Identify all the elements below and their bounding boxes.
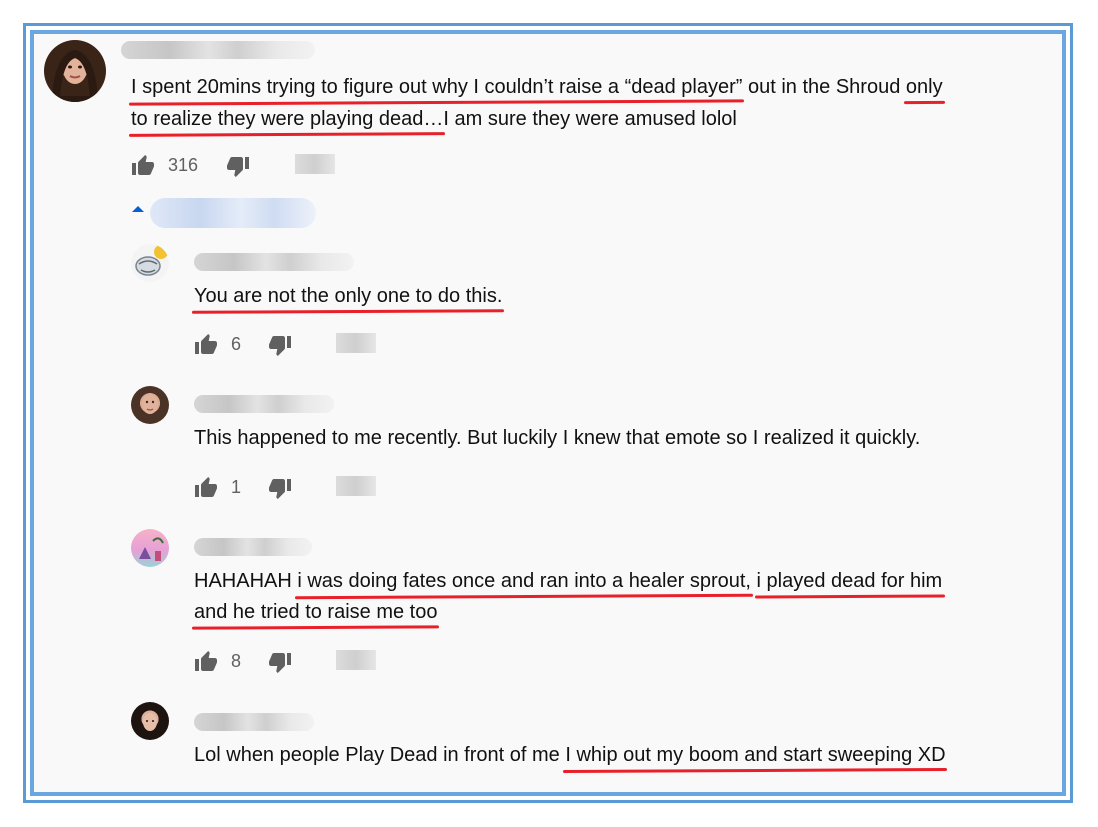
reply-button[interactable]: [336, 476, 376, 496]
avatar-image: [51, 49, 99, 102]
like-count: 316: [168, 155, 199, 175]
comment-text-line-1: I spent 20mins trying to figure out why …: [131, 72, 943, 103]
highlighted-text: only: [905, 76, 943, 98]
like-count: 1: [231, 477, 242, 497]
author-name[interactable]: [194, 253, 354, 271]
reply-text-line-1: HAHAHAH i was doing fates once and ran i…: [194, 566, 942, 597]
comment-text: out in the Shroud: [742, 76, 906, 98]
comment-text: I am sure they were amused lolol: [443, 108, 737, 130]
avatar[interactable]: [131, 244, 169, 282]
reply-actions: 8: [194, 650, 384, 676]
thumbs-up-icon[interactable]: [131, 154, 155, 178]
thumbs-up-icon[interactable]: [194, 333, 218, 357]
reply-button[interactable]: [336, 333, 376, 353]
reply-button[interactable]: [295, 154, 335, 174]
avatar[interactable]: [131, 529, 169, 567]
highlighted-text: to realize they were playing dead…: [131, 108, 444, 130]
like-count: 6: [231, 334, 242, 354]
like-count: 8: [231, 651, 242, 671]
comment-actions: 316: [131, 154, 351, 180]
author-name[interactable]: [121, 41, 315, 59]
reply-text-content: Lol when people Play Dead in front of me: [194, 744, 566, 766]
reply-text-line-2: and he tried to raise me too: [194, 597, 437, 628]
comments-panel: [30, 30, 1066, 796]
thumbs-up-icon[interactable]: [194, 650, 218, 674]
replies-toggle-label: [150, 198, 316, 228]
reply-text-content: HAHAHAH: [194, 570, 298, 592]
reply-text: Lol when people Play Dead in front of me…: [194, 740, 946, 771]
highlighted-text: i played dead for him: [756, 570, 943, 592]
thumbs-down-icon[interactable]: [268, 650, 292, 674]
avatar-image: [135, 245, 168, 276]
avatar-image: [142, 394, 158, 414]
reply-text-content: This happened to me recently. But luckil…: [194, 427, 921, 449]
highlighted-text: You are not the only one to do this.: [194, 285, 503, 307]
highlighted-text: and he tried to raise me too: [194, 601, 438, 623]
comment-text-line-2: to realize they were playing dead…I am s…: [131, 104, 737, 135]
highlighted-text: i was doing fates once and ran into a he…: [297, 570, 751, 592]
avatar-image: [139, 537, 164, 561]
avatar[interactable]: [131, 702, 169, 740]
caret-up-icon: [132, 206, 144, 212]
avatar-image: [143, 713, 157, 731]
avatar[interactable]: [131, 386, 169, 424]
reply-button[interactable]: [336, 650, 376, 670]
author-name[interactable]: [194, 395, 334, 413]
author-name[interactable]: [194, 538, 312, 556]
thumbs-down-icon[interactable]: [226, 154, 250, 178]
author-name[interactable]: [194, 713, 314, 731]
highlighted-text: I whip out my boom and start sweeping XD: [565, 744, 946, 766]
reply-text-content: [751, 570, 757, 592]
reply-actions: 6: [194, 333, 384, 359]
avatar[interactable]: [44, 40, 106, 102]
highlighted-text: I spent 20mins trying to figure out why …: [131, 76, 743, 98]
thumbs-down-icon[interactable]: [268, 333, 292, 357]
reply-text: This happened to me recently. But luckil…: [194, 423, 920, 454]
thumbs-up-icon[interactable]: [194, 476, 218, 500]
reply-actions: 1: [194, 476, 384, 502]
thumbs-down-icon[interactable]: [268, 476, 292, 500]
reply-text: You are not the only one to do this.: [194, 281, 502, 312]
